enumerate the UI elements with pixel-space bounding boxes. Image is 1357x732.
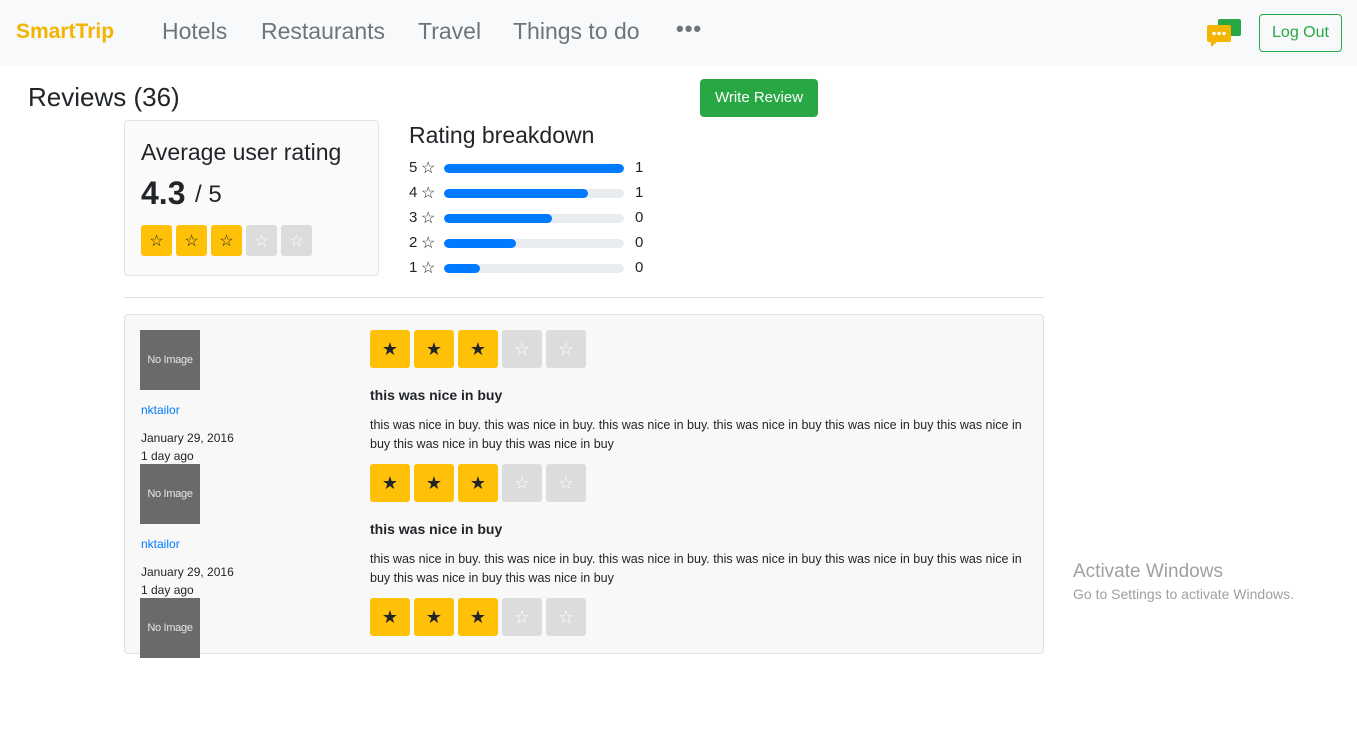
average-rating-stars: ☆ ☆ ☆ ☆ ☆ [141,225,312,256]
breakdown-count: 1 [635,159,644,176]
review-rating-stars: ★ ★ ★ ☆ ☆ [370,330,586,368]
breakdown-star-label: 4 [409,184,418,201]
navbar: SmartTrip Hotels Restaurants Travel Thin… [0,0,1357,66]
write-review-button[interactable]: Write Review [700,79,818,117]
nav-link-hotels[interactable]: Hotels [162,18,227,45]
star-empty-icon: ☆ [546,598,586,636]
breakdown-progress-fill [444,189,588,198]
review-date: January 29, 2016 [141,565,234,579]
star-filled-icon: ★ [458,464,498,502]
review-rating-stars: ★ ★ ★ ☆ ☆ [370,464,586,502]
star-empty-icon: ☆ [502,598,542,636]
star-empty-icon: ☆ [502,464,542,502]
star-filled-icon: ★ [414,598,454,636]
review-body: this was nice in buy. this was nice in b… [370,418,1022,451]
breakdown-progress-bar [444,239,624,248]
breakdown-progress-fill [444,239,516,248]
breakdown-star-label: 3 [409,209,418,226]
star-empty-icon: ☆ [546,464,586,502]
breakdown-star-label: 2 [409,234,418,251]
star-icon: ☆ [281,225,312,256]
star-outline-icon: ☆ [421,185,436,202]
star-outline-icon: ☆ [421,260,436,277]
breakdown-count: 0 [635,234,644,251]
logout-button[interactable]: Log Out [1259,14,1342,52]
star-filled-icon: ★ [370,330,410,368]
star-empty-icon: ☆ [502,330,542,368]
breakdown-progress-fill [444,214,552,223]
review-author-link[interactable]: nktailor [141,403,180,417]
star-outline-icon: ☆ [421,235,436,252]
star-filled-icon: ★ [370,598,410,636]
review-item: No Image nktailor January 29, 2016 1 day ag… [125,464,1045,598]
divider [124,297,1044,298]
star-outline-icon: ☆ [421,210,436,227]
average-rating-title: Average user rating [141,139,342,165]
breakdown-row: 2 ☆ 0 [409,234,659,254]
breakdown-progress-bar [444,214,624,223]
breakdown-count: 0 [635,209,644,226]
review-title: this was nice in buy [370,387,503,403]
review-item: No Image nktailor January 29, 2016 1 day ag… [125,330,1045,464]
average-rating-value: 4.3 [141,175,186,211]
average-rating-max: / 5 [195,181,222,208]
breakdown-count: 1 [635,184,644,201]
activate-windows-subtitle: Go to Settings to activate Windows. [1073,586,1294,602]
avatar-placeholder: No Image [140,598,200,658]
breakdown-row: 3 ☆ 0 [409,209,659,229]
breakdown-count: 0 [635,259,644,276]
breakdown-star-label: 5 [409,159,418,176]
breakdown-row: 4 ☆ 1 [409,184,659,204]
review-body: this was nice in buy. this was nice in b… [370,552,1022,585]
star-filled-icon: ★ [458,330,498,368]
review-relative-time: 1 day ago [141,449,194,463]
rating-breakdown-title: Rating breakdown [409,122,595,148]
more-menu-icon[interactable]: ••• [676,16,702,42]
nav-link-travel[interactable]: Travel [418,18,481,45]
review-relative-time: 1 day ago [141,583,194,597]
review-author-link[interactable]: nktailor [141,537,180,551]
breakdown-star-label: 1 [409,259,418,276]
review-list: No Image nktailor January 29, 2016 1 day ag… [124,314,1045,658]
activate-windows-title: Activate Windows [1073,561,1223,582]
review-date: January 29, 2016 [141,431,234,445]
star-empty-icon: ☆ [546,330,586,368]
avatar-placeholder: No Image [140,464,200,524]
review-title: this was nice in buy [370,521,503,537]
review-rating-stars: ★ ★ ★ ☆ ☆ [370,598,586,636]
nav-link-things-to-do[interactable]: Things to do [513,18,640,45]
star-icon: ☆ [211,225,242,256]
star-filled-icon: ★ [414,330,454,368]
star-filled-icon: ★ [414,464,454,502]
nav-link-restaurants[interactable]: Restaurants [261,18,385,45]
breakdown-row: 1 ☆ 0 [409,259,659,279]
breakdown-progress-fill [444,164,624,173]
star-filled-icon: ★ [458,598,498,636]
breakdown-progress-bar [444,264,624,273]
average-rating-card: Average user rating 4.3 / 5 ☆ ☆ ☆ ☆ ☆ [124,120,379,276]
reviews-title: Reviews (36) [28,82,180,112]
breakdown-progress-fill [444,264,480,273]
breakdown-progress-bar [444,189,624,198]
chat-icon[interactable] [1206,18,1242,48]
star-icon: ☆ [141,225,172,256]
breakdown-row: 5 ☆ 1 [409,159,659,179]
star-icon: ☆ [246,225,277,256]
star-outline-icon: ☆ [421,160,436,177]
brand-logo[interactable]: SmartTrip [16,20,114,44]
star-filled-icon: ★ [370,464,410,502]
avatar-placeholder: No Image [140,330,200,390]
star-icon: ☆ [176,225,207,256]
breakdown-progress-bar [444,164,624,173]
review-item: No Image ★ ★ ★ ☆ ☆ [125,598,1045,732]
